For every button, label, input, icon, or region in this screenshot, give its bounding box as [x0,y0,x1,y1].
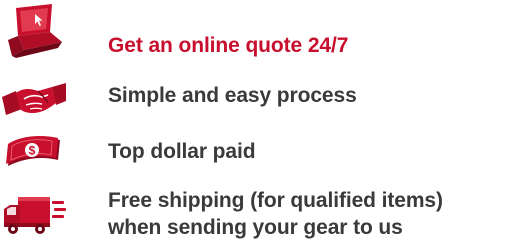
feature-online-quote: Get an online quote 24/7 [0,0,507,62]
laptop-icon [2,2,66,58]
handshake-icon [2,83,66,117]
feature-easy-process: Simple and easy process [0,72,507,122]
feature-free-shipping: Free shipping (for qualified items) when… [0,183,507,250]
feature-label-multiline: Free shipping (for qualified items) when… [108,187,443,241]
feature-label: Simple and easy process [108,84,357,107]
feature-label: Top dollar paid [108,140,256,163]
feature-top-dollar: $ Top dollar paid [0,127,507,177]
svg-text:$: $ [29,144,36,158]
delivery-truck-icon [2,193,66,237]
feature-list: Get an online quote 24/7 Simple and easy… [0,0,507,250]
feature-label-line-1: Free shipping (for qualified items) [108,189,443,212]
feature-label: Get an online quote 24/7 [108,34,349,57]
money-icon: $ [2,134,66,168]
feature-label-line-2: when sending your gear to us [108,216,403,239]
